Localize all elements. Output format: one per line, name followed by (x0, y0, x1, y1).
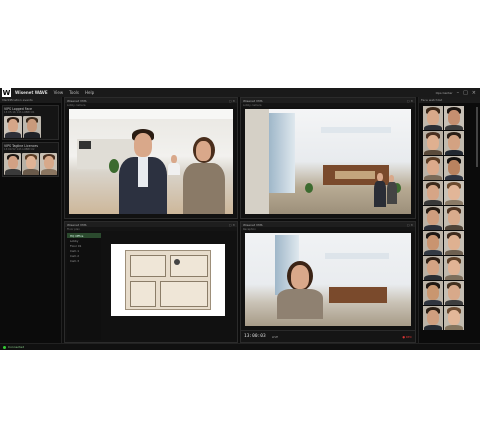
menu-bar: W Wisenet WAVE View Tools Help Ops Cente… (0, 88, 480, 97)
face-thumbnail[interactable] (444, 156, 464, 180)
map-tree: HQ Office Lobby Floor 01 Cam 1 Cam 2 Cam… (67, 233, 101, 340)
face-thumbnail[interactable] (423, 156, 443, 180)
face-thumbnail[interactable] (444, 106, 464, 130)
face-thumbnail[interactable] (444, 256, 464, 280)
connection-status-icon (3, 345, 6, 349)
camera-panel-4[interactable]: Wisenet VMS ▢ ✕ Reception 13:00:03 LIVE … (240, 221, 416, 343)
alert-subtitle: 13:05:16 14h LOBBY-01 (4, 111, 35, 114)
camera-video-feed[interactable] (245, 233, 411, 326)
panel-controls-icon[interactable]: ▢ ✕ (229, 99, 235, 103)
left-panel-header: Identification events (0, 97, 61, 103)
face-thumbnails (4, 116, 57, 138)
camera-video-feed[interactable] (245, 109, 411, 214)
face-thumbnail[interactable] (4, 153, 21, 175)
face-thumbnail[interactable] (423, 281, 443, 305)
face-thumbnail[interactable] (22, 153, 39, 175)
user-label: Ops Center (435, 90, 453, 95)
app-title: Wisenet WAVE (15, 90, 48, 95)
playback-mode: LIVE (271, 334, 279, 339)
face-thumbnail[interactable] (444, 306, 464, 330)
record-indicator: ● REC (402, 334, 412, 339)
face-thumbnail[interactable] (423, 206, 443, 230)
menu-help[interactable]: Help (85, 90, 94, 95)
face-thumbnail[interactable] (423, 256, 443, 280)
tree-item[interactable]: Cam 3 (67, 258, 101, 263)
right-faces-panel: Face watchlist (418, 97, 480, 343)
camera-subtitle: Floor plan (65, 227, 237, 231)
playback-time: 13:00:03 (244, 334, 266, 339)
face-thumbnail[interactable] (423, 106, 443, 130)
camera-panel-2[interactable]: Wisenet VMS ▢ ✕ Lobby camera (240, 97, 416, 219)
face-thumbnail[interactable] (40, 153, 57, 175)
camera-title: Wisenet VMS (67, 98, 87, 103)
face-thumbnail[interactable] (444, 181, 464, 205)
camera-subtitle: Reception (241, 227, 415, 231)
face-thumbnail[interactable] (23, 116, 41, 138)
playback-timeline[interactable]: 13:00:03 LIVE ● REC (241, 330, 415, 342)
status-bar: Connected (0, 343, 480, 350)
app-logo: W (2, 88, 11, 97)
face-thumbnail[interactable] (4, 116, 22, 138)
maximize-button[interactable]: □ (463, 90, 468, 96)
face-grid (419, 103, 480, 330)
alert-subtitle: 13:04:52 14h LOBBY-02 (4, 148, 35, 151)
window-controls: Ops Center – □ × (436, 90, 480, 96)
panel-controls-icon[interactable]: ▢ ✕ (407, 223, 413, 227)
camera-subtitle: Lobby camera (65, 103, 237, 107)
face-thumbnail[interactable] (423, 181, 443, 205)
camera-subtitle: Lobby camera (241, 103, 415, 107)
panel-controls-icon[interactable]: ▢ ✕ (229, 223, 235, 227)
face-thumbnail[interactable] (444, 231, 464, 255)
status-text: Connected (8, 345, 25, 349)
face-thumbnail[interactable] (423, 131, 443, 155)
menu-view[interactable]: View (54, 90, 64, 95)
vms-application-window: W Wisenet WAVE View Tools Help Ops Cente… (0, 88, 480, 350)
face-thumbnails (4, 153, 57, 175)
menu-tools[interactable]: Tools (69, 90, 79, 95)
face-thumbnail[interactable] (444, 131, 464, 155)
minimize-button[interactable]: – (457, 90, 460, 96)
panel-controls-icon[interactable]: ▢ ✕ (407, 99, 413, 103)
face-thumbnail[interactable] (423, 306, 443, 330)
face-list-scrollbar[interactable] (476, 107, 478, 167)
face-thumbnail[interactable] (444, 281, 464, 305)
floor-plan (125, 250, 211, 310)
close-button[interactable]: × (472, 90, 476, 96)
camera-panel-1[interactable]: Wisenet VMS ▢ ✕ Lobby camera (64, 97, 238, 219)
floor-plan-view[interactable] (111, 244, 225, 316)
camera-title: Wisenet VMS (67, 222, 87, 227)
face-thumbnail[interactable] (444, 206, 464, 230)
alert-card[interactable]: VIPS Tagline Licences 13:04:52 14h LOBBY… (2, 142, 59, 177)
camera-title: Wisenet VMS (243, 222, 263, 227)
alert-card[interactable]: VIPS Logged Face 13:05:16 14h LOBBY-01 (2, 105, 59, 140)
map-panel[interactable]: Wisenet VMS ▢ ✕ Floor plan HQ Office Lob… (64, 221, 238, 343)
camera-title: Wisenet VMS (243, 98, 263, 103)
face-thumbnail[interactable] (423, 231, 443, 255)
camera-video-feed[interactable] (69, 109, 233, 214)
left-events-panel: Identification events VIPS Logged Face 1… (0, 97, 62, 343)
